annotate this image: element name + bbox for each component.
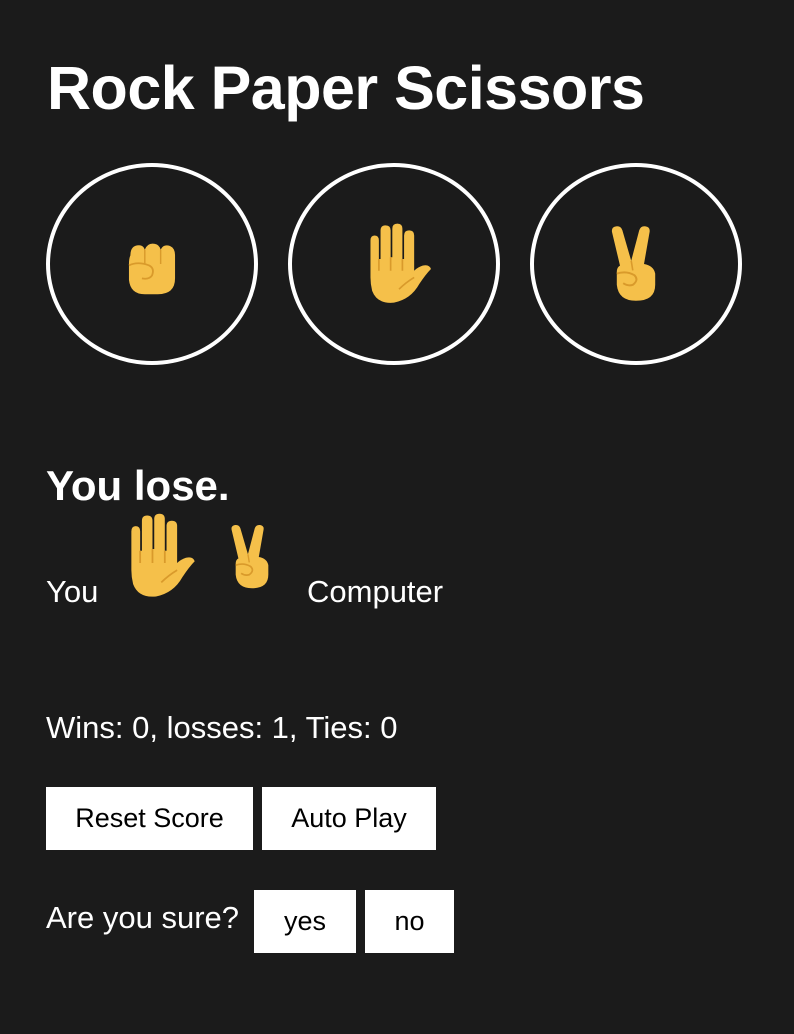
raised-hand-icon [352,222,436,306]
move-buttons [46,163,742,365]
confirm-yes-button[interactable]: yes [254,890,356,953]
raised-fist-icon [116,228,188,300]
raised-hand-icon [112,510,200,602]
you-label: You [46,574,99,609]
victory-hand-icon [596,220,676,308]
score-text: Wins: 0, losses: 1, Ties: 0 [46,710,398,745]
moves-display: You Computer [46,510,646,610]
result-text: You lose. [46,462,230,509]
auto-play-button[interactable]: Auto Play [262,787,436,850]
scissors-button[interactable] [530,163,742,365]
confirm-question: Are you sure? [46,900,239,935]
rock-button[interactable] [46,163,258,365]
paper-button[interactable] [288,163,500,365]
computer-label: Computer [307,574,444,609]
reset-score-button[interactable]: Reset Score [46,787,253,850]
victory-hand-icon [218,512,286,602]
confirm-no-button[interactable]: no [365,890,454,953]
page-title: Rock Paper Scissors [47,54,645,122]
